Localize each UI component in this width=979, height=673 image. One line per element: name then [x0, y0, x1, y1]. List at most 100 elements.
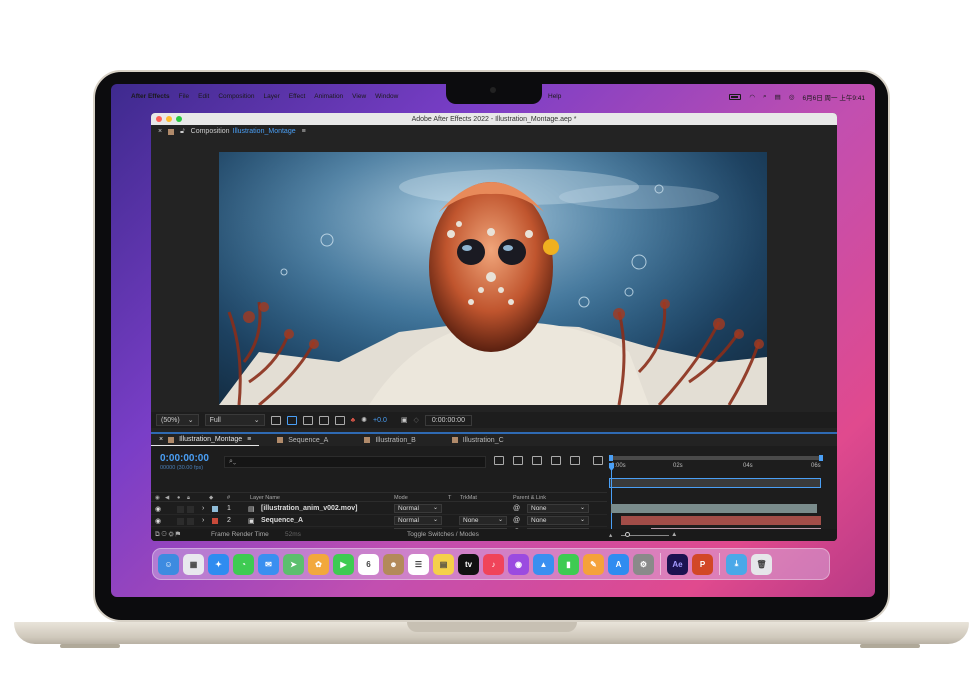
motion-blur-icon[interactable] — [570, 456, 580, 465]
tv-icon[interactable]: tv — [458, 553, 479, 575]
menu-effect[interactable]: Effect — [289, 93, 306, 100]
mail-icon[interactable]: ✉ — [258, 553, 279, 575]
lock-switch[interactable] — [187, 506, 194, 513]
battery-icon[interactable] — [729, 93, 742, 100]
draft-3d-icon[interactable] — [513, 456, 523, 465]
mode-dropdown[interactable]: Normal ⌄ — [394, 516, 442, 525]
show-snapshot-icon[interactable]: ◇ — [413, 416, 418, 424]
layer-label-swatch[interactable] — [212, 506, 218, 512]
keynote-icon[interactable]: ▲ — [533, 553, 554, 575]
menu-animation[interactable]: Animation — [314, 93, 343, 100]
toggle-switches-modes-button[interactable]: Toggle Switches / Modes — [407, 531, 479, 538]
snapshot-camera-icon[interactable]: ▣ — [401, 416, 408, 424]
work-area-end-handle[interactable] — [819, 455, 823, 461]
menu-clock[interactable]: 6月6日 周一 上午9:41 — [803, 92, 866, 102]
solo-switch[interactable] — [177, 518, 184, 525]
calendar-icon[interactable]: 6 — [358, 553, 379, 575]
layer-search-input[interactable]: ⌕⌄ — [224, 456, 486, 468]
spotlight-search-icon[interactable]: ⌕ — [763, 93, 767, 101]
toggle-switches-icon[interactable]: ⧉ ⚇ ⚙ ⚑ — [155, 531, 180, 539]
zoom-in-icon[interactable]: ▲ — [671, 531, 677, 538]
expand-chevron-icon[interactable]: › — [202, 517, 204, 524]
viewer-timecode[interactable]: 0:00:00:00 — [424, 414, 472, 426]
graph-editor-icon[interactable] — [593, 456, 603, 465]
layer-row[interactable]: ◉ › 1 ▤ [illustration_anim_v002.mov] Normal ⌄ @… — [151, 503, 607, 515]
layer-duration-bar[interactable] — [621, 516, 821, 525]
transparency-grid-icon[interactable] — [286, 415, 297, 425]
mask-visibility-icon[interactable] — [302, 415, 313, 425]
wifi-icon[interactable]: ◠ — [749, 93, 755, 101]
menu-file[interactable]: File — [179, 93, 189, 100]
mode-dropdown[interactable]: Normal ⌄ — [394, 504, 442, 513]
eye-icon[interactable]: ◉ — [155, 505, 161, 513]
trash-icon[interactable]: 🗑 — [751, 553, 772, 575]
shy-layers-icon[interactable] — [532, 456, 542, 465]
color-channel-icon[interactable]: ♣ — [351, 417, 356, 424]
menu-edit[interactable]: Edit — [198, 93, 209, 100]
system-preferences-icon[interactable]: ⚙ — [633, 553, 654, 575]
lock-switch[interactable] — [187, 518, 194, 525]
close-panel-icon[interactable]: × — [158, 128, 162, 135]
layer-row[interactable]: ◉ › 2 ▣ Sequence_A Normal ⌄ None ⌄ @ None ⌄ — [151, 515, 607, 527]
control-center-icon[interactable]: ▤ — [775, 93, 781, 101]
exposure-reset-icon[interactable]: ✺ — [361, 416, 367, 424]
resolution-dropdown[interactable]: Full ⌄ — [204, 414, 265, 426]
expand-chevron-icon[interactable]: › — [202, 505, 204, 512]
menu-window[interactable]: Window — [375, 93, 398, 100]
pages-icon[interactable]: ✎ — [583, 553, 604, 575]
solo-switch[interactable] — [177, 506, 184, 513]
tab-illustration-montage[interactable]: × Illustration_Montage ≡ — [151, 434, 260, 446]
layer-label-swatch[interactable] — [212, 518, 218, 524]
zoom-dropdown[interactable]: (50%) ⌄ — [156, 414, 199, 426]
work-area-range[interactable] — [609, 455, 823, 461]
contacts-icon[interactable]: ☻ — [383, 553, 404, 575]
exposure-value[interactable]: +0.0 — [373, 417, 387, 424]
region-of-interest-icon[interactable] — [318, 415, 329, 425]
photos-icon[interactable]: ✿ — [308, 553, 329, 575]
app-store-icon[interactable]: A — [608, 553, 629, 575]
music-icon[interactable]: ♪ — [483, 553, 504, 575]
zoom-slider-thumb[interactable] — [625, 532, 630, 537]
zoom-out-icon[interactable]: ▴ — [609, 531, 612, 539]
trkmat-dropdown[interactable]: None ⌄ — [459, 516, 507, 525]
work-area-bar[interactable] — [609, 478, 821, 488]
maps-icon[interactable]: ➤ — [283, 553, 304, 575]
eye-icon[interactable]: ◉ — [155, 517, 161, 525]
layer-duration-bar[interactable] — [611, 504, 817, 513]
tab-illustration-b[interactable]: Illustration_B — [356, 434, 423, 446]
tab-illustration-c[interactable]: Illustration_C — [444, 434, 512, 446]
parent-dropdown[interactable]: None ⌄ — [527, 504, 589, 513]
safari-icon[interactable]: ✦ — [208, 553, 229, 575]
close-tab-icon[interactable]: × — [159, 436, 163, 443]
powerpoint-icon[interactable]: P — [692, 553, 713, 575]
panel-menu-icon[interactable]: ≡ — [247, 436, 251, 443]
notes-icon[interactable]: ▤ — [433, 553, 454, 575]
menu-view[interactable]: View — [352, 93, 366, 100]
reminders-icon[interactable]: ☰ — [408, 553, 429, 575]
layer-name[interactable]: Sequence_A — [261, 517, 303, 524]
time-ruler[interactable]: 0:00s 02s 04s 06s — [609, 455, 823, 478]
current-time-display[interactable]: 0:00:00:00 — [160, 453, 209, 464]
downloads-folder-icon[interactable]: ⤓ — [726, 553, 747, 575]
numbers-icon[interactable]: ▮ — [558, 553, 579, 575]
tab-sequence-a[interactable]: Sequence_A — [269, 434, 336, 446]
facetime-icon[interactable]: ▶ — [333, 553, 354, 575]
messages-icon[interactable]: ◔ — [233, 553, 254, 575]
frame-blending-icon[interactable] — [551, 456, 561, 465]
layer-name[interactable]: [illustration_anim_v002.mov] — [261, 505, 357, 512]
menu-help[interactable]: Help — [548, 93, 561, 100]
work-area-start-handle[interactable] — [609, 455, 613, 461]
parent-dropdown[interactable]: None ⌄ — [527, 516, 589, 525]
composition-name[interactable]: Illustration_Montage — [233, 128, 296, 135]
comp-mini-flowchart-icon[interactable] — [494, 456, 504, 465]
podcasts-icon[interactable]: ◉ — [508, 553, 529, 575]
column-layer-name[interactable]: Layer Name — [250, 495, 280, 501]
pickwhip-icon[interactable]: @ — [513, 517, 520, 524]
menu-layer[interactable]: Layer — [263, 93, 279, 100]
fast-previews-icon[interactable] — [270, 415, 281, 425]
after-effects-icon[interactable]: Ae — [667, 553, 688, 575]
pickwhip-icon[interactable]: @ — [513, 505, 520, 512]
menu-app[interactable]: After Effects — [131, 93, 170, 100]
panel-menu-icon[interactable]: ≡ — [302, 128, 306, 135]
finder-icon[interactable]: ☺ — [158, 553, 179, 575]
